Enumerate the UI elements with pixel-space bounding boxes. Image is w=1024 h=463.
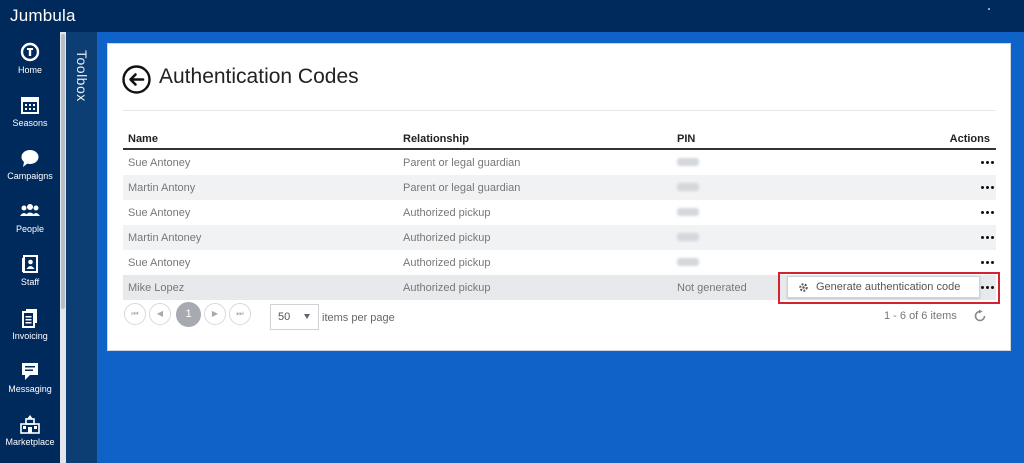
more-actions-icon[interactable] bbox=[980, 156, 996, 168]
sidebar-scrollbar-thumb[interactable] bbox=[61, 34, 65, 309]
sidebar-item-label: Campaigns bbox=[7, 171, 53, 181]
prev-page-button[interactable]: ◀ bbox=[149, 303, 171, 325]
cell-relationship: Authorized pickup bbox=[403, 282, 491, 294]
cell-pin-blurred bbox=[677, 258, 699, 266]
page-title: Authentication Codes bbox=[159, 65, 359, 88]
gear-icon bbox=[799, 283, 808, 292]
items-per-page-label: items per page bbox=[322, 312, 395, 324]
sidebar-item-label: Staff bbox=[20, 277, 40, 287]
table-row[interactable]: Martin Antoney Authorized pickup bbox=[123, 225, 996, 250]
sidebar-item-label: Messaging bbox=[8, 384, 52, 394]
sidebar-item-home[interactable]: Home bbox=[0, 36, 60, 86]
auth-codes-card: Authentication Codes Name Relationship P… bbox=[107, 43, 1011, 351]
page-number-current[interactable]: 1 bbox=[176, 302, 201, 327]
table-header: Name Relationship PIN Actions bbox=[123, 128, 996, 150]
cell-relationship: Authorized pickup bbox=[403, 232, 491, 244]
cell-name: Sue Antoney bbox=[128, 207, 191, 219]
chat-bubble-icon bbox=[21, 150, 39, 167]
sidebar-item-label: Invoicing bbox=[12, 331, 48, 341]
refresh-icon[interactable] bbox=[973, 309, 987, 323]
cell-relationship: Parent or legal guardian bbox=[403, 157, 521, 169]
pager-info: 1 - 6 of 6 items bbox=[884, 310, 957, 322]
page-size-value: 50 bbox=[278, 311, 291, 323]
sidebar-item-seasons[interactable]: Seasons bbox=[0, 89, 60, 139]
top-bar: Jumbula bbox=[0, 0, 1024, 32]
sidebar-item-label: Marketplace bbox=[5, 437, 55, 447]
sidebar-item-invoicing[interactable]: Invoicing bbox=[0, 302, 60, 352]
cell-name: Sue Antoney bbox=[128, 257, 191, 269]
generate-auth-code-button[interactable]: Generate authentication code bbox=[787, 276, 980, 298]
column-header-relationship[interactable]: Relationship bbox=[403, 133, 469, 145]
more-actions-icon[interactable] bbox=[980, 206, 996, 218]
chevron-down-icon bbox=[304, 314, 310, 319]
sidebar-item-staff[interactable]: Staff bbox=[0, 248, 60, 298]
sidebar: Home Seasons Campaigns People Staff Invo… bbox=[0, 32, 60, 463]
table-row[interactable]: Sue Antoney Authorized pickup bbox=[123, 200, 996, 225]
title-divider bbox=[123, 110, 996, 111]
invoice-icon bbox=[22, 309, 37, 328]
toolbox-label: Toolbox bbox=[74, 50, 90, 102]
more-actions-icon[interactable] bbox=[980, 256, 996, 268]
cell-name: Martin Antoney bbox=[128, 232, 202, 244]
home-icon bbox=[20, 42, 40, 62]
table-row[interactable]: Martin Antony Parent or legal guardian bbox=[123, 175, 996, 200]
column-header-pin[interactable]: PIN bbox=[677, 133, 695, 145]
sidebar-item-label: Home bbox=[17, 65, 42, 75]
generate-auth-code-label: Generate authentication code bbox=[816, 281, 961, 293]
cell-relationship: Parent or legal guardian bbox=[403, 182, 521, 194]
table-row[interactable]: Sue Antoney Parent or legal guardian bbox=[123, 150, 996, 175]
message-icon bbox=[22, 363, 38, 380]
sidebar-item-people[interactable]: People bbox=[0, 195, 60, 245]
marketplace-icon bbox=[20, 415, 40, 434]
cell-pin-blurred bbox=[677, 183, 699, 191]
calendar-icon bbox=[21, 97, 39, 114]
top-bar-dot bbox=[988, 8, 990, 10]
next-page-button[interactable]: ▶ bbox=[204, 303, 226, 325]
sidebar-item-marketplace[interactable]: Marketplace bbox=[0, 408, 60, 458]
more-actions-icon[interactable] bbox=[980, 281, 996, 293]
cell-relationship: Authorized pickup bbox=[403, 257, 491, 269]
cell-pin-blurred bbox=[677, 233, 699, 241]
cell-pin-blurred bbox=[677, 208, 699, 216]
auth-codes-table: Name Relationship PIN Actions Sue Antone… bbox=[123, 128, 996, 300]
app-logo[interactable]: Jumbula bbox=[10, 6, 76, 26]
column-header-actions: Actions bbox=[949, 133, 990, 145]
sidebar-item-campaigns[interactable]: Campaigns bbox=[0, 142, 60, 192]
last-page-button[interactable]: ⏭ bbox=[229, 303, 251, 325]
back-arrow-icon[interactable] bbox=[122, 65, 151, 94]
cell-pin-blurred bbox=[677, 158, 699, 166]
sidebar-item-messaging[interactable]: Messaging bbox=[0, 355, 60, 405]
sidebar-item-label: People bbox=[15, 224, 45, 234]
people-icon bbox=[20, 204, 40, 216]
column-header-name[interactable]: Name bbox=[128, 133, 158, 145]
cell-name: Sue Antoney bbox=[128, 157, 191, 169]
more-actions-icon[interactable] bbox=[980, 181, 996, 193]
page-size-select[interactable]: 50 bbox=[270, 304, 319, 330]
sidebar-item-label: Seasons bbox=[12, 118, 48, 128]
cell-name: Martin Antony bbox=[128, 182, 196, 194]
cell-pin: Not generated bbox=[677, 282, 747, 294]
first-page-button[interactable]: ⏮ bbox=[124, 303, 146, 325]
cell-name: Mike Lopez bbox=[128, 282, 185, 294]
table-row[interactable]: Sue Antoney Authorized pickup bbox=[123, 250, 996, 275]
cell-relationship: Authorized pickup bbox=[403, 207, 491, 219]
toolbox-panel[interactable]: Toolbox bbox=[66, 32, 97, 463]
more-actions-icon[interactable] bbox=[980, 231, 996, 243]
staff-badge-icon bbox=[22, 255, 38, 273]
